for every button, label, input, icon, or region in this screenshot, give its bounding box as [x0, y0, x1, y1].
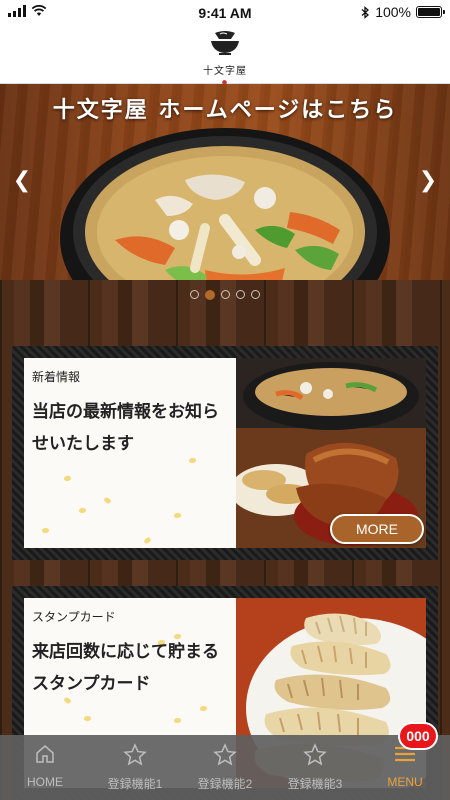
hero-title[interactable]: 十文字屋 ホームページはこちら: [0, 92, 450, 124]
logo[interactable]: 十文字屋●: [201, 30, 249, 86]
carousel-dot[interactable]: [251, 290, 260, 299]
carousel-dot[interactable]: [221, 290, 230, 299]
news-card[interactable]: 新着情報 当店の最新情報をお知らせいたします MORE: [24, 358, 426, 548]
carousel-dot[interactable]: [190, 290, 199, 299]
app-header: 十文字屋●: [0, 26, 450, 86]
status-bar: 9:41 AM 100%: [0, 0, 450, 26]
news-card-label: 新着情報: [32, 370, 81, 384]
star-icon: [270, 735, 360, 771]
tab-feature-1[interactable]: 登録機能1: [90, 735, 180, 800]
stamp-card-label: スタンプカード: [32, 610, 116, 624]
tab-home-label: HOME: [27, 775, 63, 789]
carousel-dot-active[interactable]: [205, 290, 215, 300]
carousel-pagination: [0, 290, 450, 300]
tab-feature-1-label: 登録機能1: [107, 777, 163, 791]
battery-percent: 100%: [375, 4, 411, 20]
ramen-bowl-icon: [211, 31, 239, 55]
status-right: 100%: [361, 4, 445, 20]
tab-feature-2[interactable]: 登録機能2: [180, 735, 270, 800]
more-button[interactable]: MORE: [330, 514, 424, 544]
tab-feature-3-label: 登録機能3: [287, 777, 343, 791]
tab-feature-2-label: 登録機能2: [197, 777, 253, 791]
battery-icon: [416, 6, 445, 18]
chevron-right-icon[interactable]: ❯: [416, 168, 440, 198]
bluetooth-icon: [361, 5, 370, 19]
news-card-frame: 新着情報 当店の最新情報をお知らせいたします MORE: [12, 346, 438, 560]
news-card-body: 当店の最新情報をお知らせいたします: [32, 402, 219, 454]
stamp-card-body: 来店回数に応じて貯まるスタンプカード: [32, 642, 219, 694]
home-icon: [0, 735, 90, 771]
carousel-dot[interactable]: [236, 290, 245, 299]
chevron-left-icon[interactable]: ❮: [10, 168, 34, 198]
hero-carousel[interactable]: 十文字屋 ホームページはこちら ❮ ❯: [0, 84, 450, 280]
star-icon: [90, 735, 180, 771]
tab-menu-label: MENU: [387, 775, 423, 789]
notification-badge[interactable]: 000: [398, 722, 438, 750]
tab-feature-3[interactable]: 登録機能3: [270, 735, 360, 800]
tab-home[interactable]: HOME: [0, 735, 90, 800]
tab-bar: HOME 登録機能1 登録機能2 登録機能3 MENU: [0, 735, 450, 800]
ramen-photo: [60, 128, 390, 280]
star-icon: [180, 735, 270, 771]
